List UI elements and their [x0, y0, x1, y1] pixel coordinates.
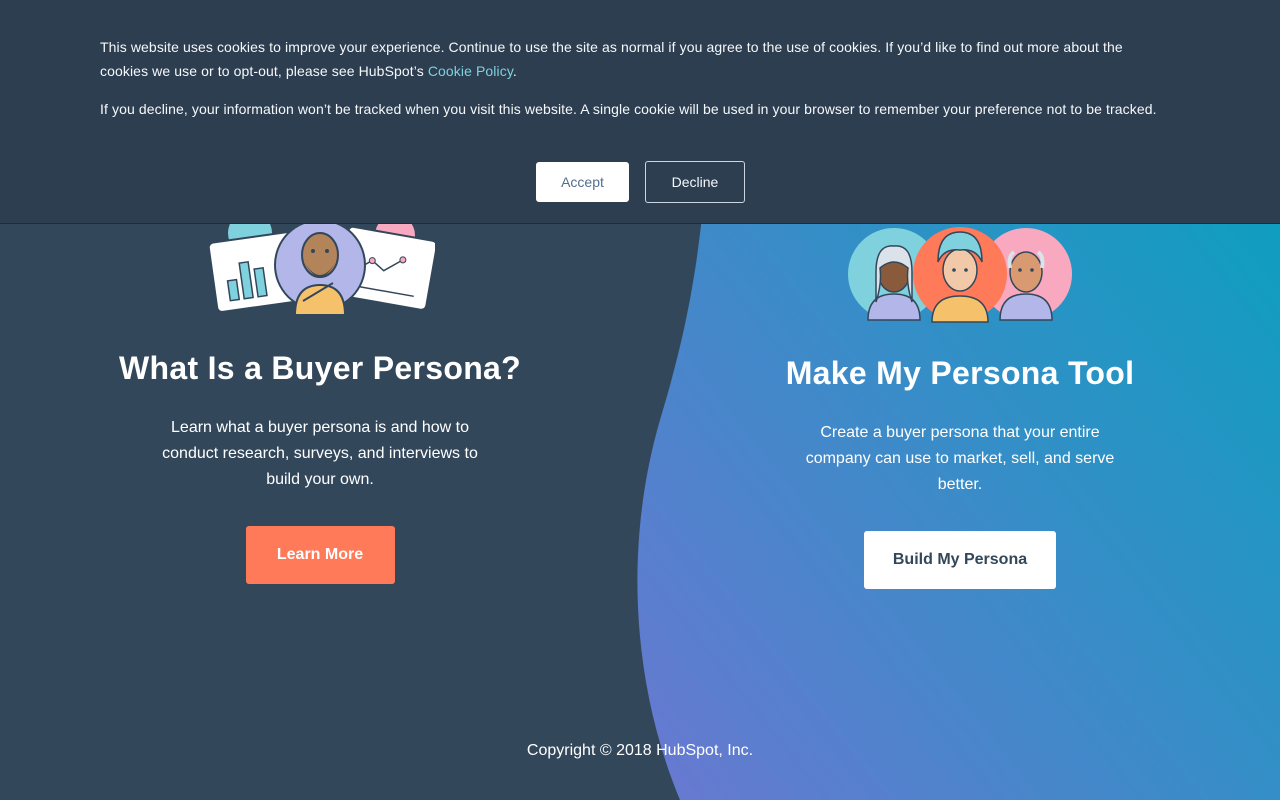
- cookie-policy-link[interactable]: Cookie Policy: [428, 63, 513, 79]
- left-card-description: Learn what a buyer persona is and how to…: [162, 419, 478, 488]
- buyer-persona-info-card: What Is a Buyer Persona? Learn what a bu…: [80, 350, 560, 584]
- cookie-notice-period: .: [512, 63, 517, 79]
- right-card-description: Create a buyer persona that your entire …: [805, 424, 1115, 493]
- accept-cookies-button[interactable]: Accept: [536, 162, 629, 202]
- cookie-notice-main-text: This website uses cookies to improve you…: [100, 39, 1123, 79]
- cookie-notice-text: This website uses cookies to improve you…: [100, 35, 1160, 83]
- build-my-persona-button[interactable]: Build My Persona: [864, 531, 1056, 589]
- learn-more-button[interactable]: Learn More: [245, 526, 395, 584]
- left-card-title: What Is a Buyer Persona?: [119, 350, 521, 386]
- persona-tool-card: Make My Persona Tool Create a buyer pers…: [720, 355, 1200, 589]
- three-personas-illustration: [848, 227, 1072, 323]
- copyright-footer: Copyright © 2018 HubSpot, Inc.: [526, 742, 754, 759]
- decline-cookies-button[interactable]: Decline: [645, 161, 745, 203]
- cookie-consent-banner: This website uses cookies to improve you…: [0, 0, 1280, 224]
- right-card-title: Make My Persona Tool: [785, 355, 1135, 391]
- cookie-decline-notice: If you decline, your information won’t b…: [100, 101, 1157, 117]
